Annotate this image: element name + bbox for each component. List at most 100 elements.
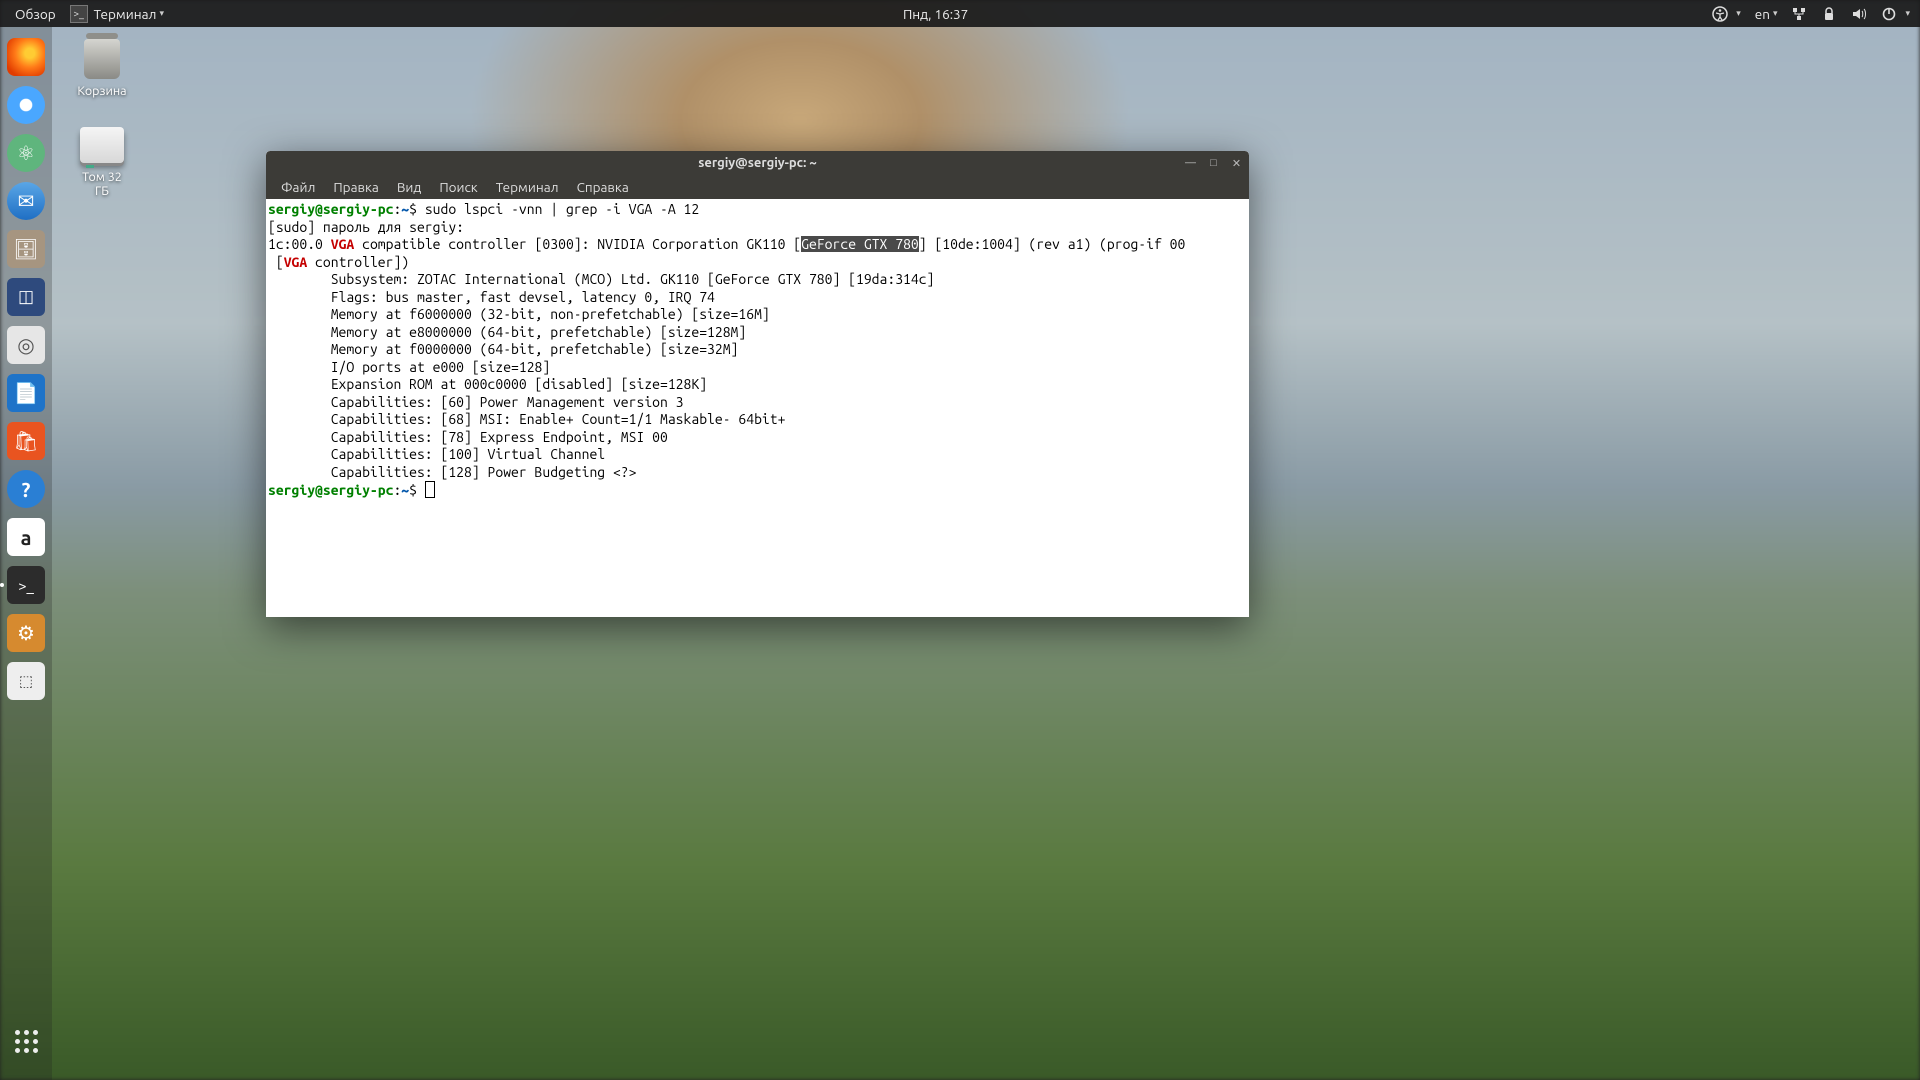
- chromium-icon: [7, 86, 45, 124]
- trash-label: Корзина: [60, 84, 144, 98]
- out-highlight: GeForce GTX 780: [801, 236, 919, 252]
- menu-help[interactable]: Справка: [568, 175, 638, 199]
- top-bar: Обзор >_ Терминал ▾ Пнд, 16:37 ▾ en ▾ ▾: [0, 0, 1920, 27]
- out: I/O ports at e000 [size=128]: [268, 359, 550, 375]
- out: Memory at f0000000 (64-bit, prefetchable…: [268, 341, 738, 357]
- help-icon: ?: [7, 470, 45, 508]
- out: Expansion ROM at 000c0000 [disabled] [si…: [268, 376, 707, 392]
- amazon-icon: a: [7, 518, 45, 556]
- dock-amazon[interactable]: a: [5, 516, 47, 558]
- out: compatible controller [0300]: NVIDIA Cor…: [354, 236, 801, 252]
- out: Capabilities: [100] Virtual Channel: [268, 446, 605, 462]
- mail-icon: ✉: [7, 182, 45, 220]
- power-icon: [1881, 6, 1897, 22]
- dock-terminal[interactable]: >_: [5, 564, 47, 606]
- dock-help[interactable]: ?: [5, 468, 47, 510]
- chevron-down-icon: ▾: [1905, 8, 1910, 19]
- chevron-down-icon: ▾: [1773, 8, 1778, 19]
- chevron-down-icon: ▾: [159, 8, 164, 19]
- terminal-menubar: Файл Правка Вид Поиск Терминал Справка: [266, 175, 1249, 199]
- network-indicator[interactable]: [1784, 0, 1814, 27]
- clock-label: Пнд, 16:37: [903, 6, 968, 22]
- dock-writer[interactable]: 📄: [5, 372, 47, 414]
- dock-mail[interactable]: ✉: [5, 180, 47, 222]
- out: 1c:00.0: [268, 236, 331, 252]
- app2-icon: ⬚: [7, 662, 45, 700]
- firefox-icon: [7, 38, 45, 76]
- volume-icon: [1851, 6, 1867, 22]
- window-titlebar[interactable]: sergiy@sergiy-pc: ~ — □ ✕: [266, 151, 1249, 175]
- clock-button[interactable]: Пнд, 16:37: [896, 0, 975, 27]
- atom-icon: ⚛: [7, 134, 45, 172]
- software-icon: 🛍: [7, 422, 45, 460]
- accessibility-menu[interactable]: ▾: [1700, 0, 1748, 27]
- terminal-output[interactable]: sergiy@sergiy-pc:~$ sudo lspci -vnn | gr…: [266, 199, 1249, 617]
- terminal-cursor: [425, 481, 435, 498]
- prompt-end: $: [409, 482, 417, 498]
- terminal-icon: >_: [70, 5, 88, 23]
- dock-chromium[interactable]: [5, 84, 47, 126]
- prompt-path: ~: [401, 482, 409, 498]
- command-line: sudo lspci -vnn | grep -i VGA -A 12: [425, 201, 699, 217]
- menu-search[interactable]: Поиск: [430, 175, 486, 199]
- trash-icon: [84, 39, 120, 79]
- activities-label: Обзор: [15, 6, 56, 22]
- activities-button[interactable]: Обзор: [8, 0, 63, 27]
- power-menu[interactable]: ▾: [1874, 0, 1912, 27]
- out: Capabilities: [68] MSI: Enable+ Count=1/…: [268, 411, 785, 427]
- language-label: en: [1755, 6, 1770, 22]
- window-title: sergiy@sergiy-pc: ~: [266, 156, 1249, 170]
- disks-icon: ◎: [7, 326, 45, 364]
- out: Flags: bus master, fast devsel, latency …: [268, 289, 715, 305]
- network-icon: [1791, 6, 1807, 22]
- app1-icon: ⚙: [7, 614, 45, 652]
- dock: ⚛ ✉ 🗄 ◫ ◎ 📄 🛍 ? a >_ ⚙ ⬚: [0, 27, 52, 1080]
- out: Capabilities: [60] Power Management vers…: [268, 394, 684, 410]
- apps-grid-icon: [7, 1030, 45, 1068]
- terminal-icon: >_: [7, 566, 45, 604]
- dock-atom[interactable]: ⚛: [5, 132, 47, 174]
- sudo-prompt: [sudo] пароль для sergiy:: [268, 219, 464, 235]
- prompt-user: sergiy@sergiy-pc: [268, 201, 393, 217]
- active-app-label: Терминал: [94, 6, 157, 22]
- dock-software[interactable]: 🛍: [5, 420, 47, 462]
- minimize-button[interactable]: —: [1184, 157, 1197, 170]
- out: Memory at e8000000 (64-bit, prefetchable…: [268, 324, 746, 340]
- files-icon: 🗄: [7, 230, 45, 268]
- dock-files[interactable]: 🗄: [5, 228, 47, 270]
- out: Subsystem: ZOTAC International (MCO) Ltd…: [268, 271, 934, 287]
- out: Capabilities: [128] Power Budgeting <?>: [268, 464, 636, 480]
- accessibility-icon: [1712, 6, 1728, 22]
- volume-indicator[interactable]: [1844, 0, 1874, 27]
- lock-indicator[interactable]: [1814, 0, 1844, 27]
- virtualbox-icon: ◫: [7, 278, 45, 316]
- menu-edit[interactable]: Правка: [324, 175, 387, 199]
- dock-firefox[interactable]: [5, 36, 47, 78]
- out: ] [10de:1004] (rev a1) (prog-if 00: [919, 236, 1186, 252]
- out-vga: VGA: [331, 236, 355, 252]
- lock-icon: [1821, 6, 1837, 22]
- drive-desktop-icon[interactable]: Том 32 ГБ: [60, 120, 144, 198]
- menu-view[interactable]: Вид: [388, 175, 430, 199]
- out: Memory at f6000000 (32-bit, non-prefetch…: [268, 306, 770, 322]
- out-vga: VGA: [284, 254, 308, 270]
- dock-app1[interactable]: ⚙: [5, 612, 47, 654]
- active-app-menu[interactable]: >_ Терминал ▾: [63, 0, 171, 27]
- menu-file[interactable]: Файл: [272, 175, 324, 199]
- prompt-path: ~: [401, 201, 409, 217]
- dock-disks[interactable]: ◎: [5, 324, 47, 366]
- close-button[interactable]: ✕: [1230, 157, 1243, 170]
- dock-app2[interactable]: ⬚: [5, 660, 47, 702]
- menu-terminal[interactable]: Терминал: [487, 175, 568, 199]
- out: controller]): [307, 254, 409, 270]
- trash-desktop-icon[interactable]: Корзина: [60, 34, 144, 98]
- input-language-menu[interactable]: en ▾: [1748, 0, 1785, 27]
- dock-show-apps[interactable]: [5, 1028, 47, 1070]
- maximize-button[interactable]: □: [1207, 157, 1220, 170]
- drive-label-2: ГБ: [60, 184, 144, 198]
- dock-virtualbox[interactable]: ◫: [5, 276, 47, 318]
- out: Capabilities: [78] Express Endpoint, MSI…: [268, 429, 668, 445]
- desktop-icons: Корзина Том 32 ГБ: [60, 34, 144, 220]
- drive-icon: [80, 127, 124, 163]
- drive-label-1: Том 32: [60, 170, 144, 184]
